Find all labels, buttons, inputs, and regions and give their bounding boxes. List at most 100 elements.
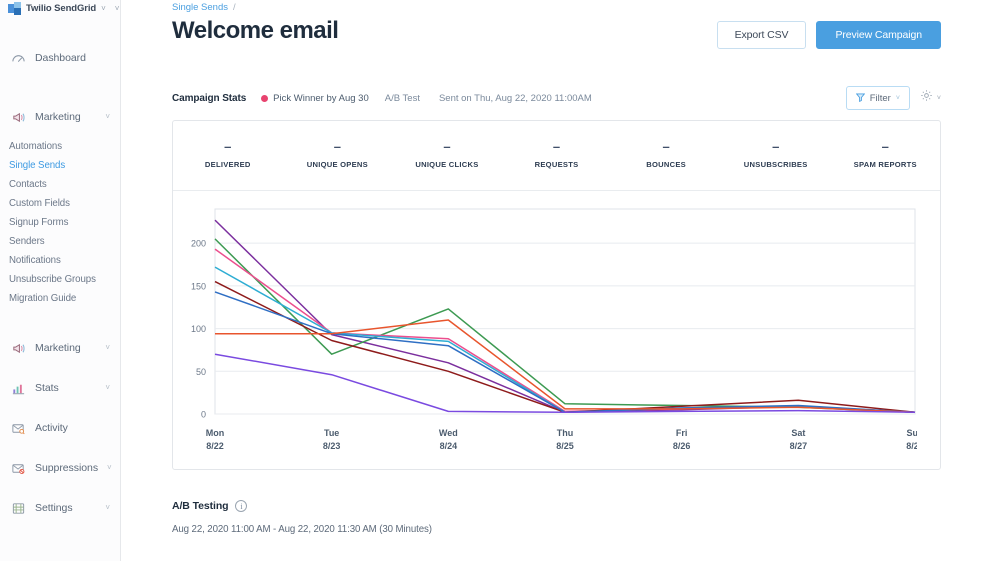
chevron-down-icon[interactable]: ˅ (105, 113, 110, 121)
sent-on-label: Sent on Thu, Aug 22, 2020 11:00AM (438, 92, 592, 104)
subnav-item-automations[interactable]: Automations (0, 137, 120, 156)
sidebar-item-label: Marketing (35, 111, 81, 123)
sidebar: Twilio SendGrid ˅ ˅ Dashboard Marketing … (0, 0, 121, 561)
stat-value: – (881, 138, 889, 154)
sidebar-item-dashboard[interactable]: Dashboard (0, 38, 120, 78)
subnav-item-signup-forms[interactable]: Signup Forms (0, 213, 120, 232)
subnav-item-custom-fields[interactable]: Custom Fields (0, 194, 120, 213)
stat-requests[interactable]: – REQUESTS (502, 138, 612, 169)
stat-value: – (333, 138, 341, 154)
sidebar-item-label: Settings (35, 502, 73, 514)
chevron-down-icon[interactable]: ˅ (105, 504, 110, 512)
x-tick-label-date: 8/23 (323, 441, 341, 451)
ab-testing-window: Aug 22, 2020 11:00 AM - Aug 22, 2020 11:… (172, 524, 432, 535)
sidebar-item-marketing-2[interactable]: Marketing ˅ (0, 328, 120, 368)
export-csv-button[interactable]: Export CSV (716, 21, 807, 49)
x-tick-label-day: Fri (676, 428, 688, 438)
chevron-down-icon: ˅ (936, 94, 941, 102)
chevron-down-icon[interactable]: ˅ (101, 4, 106, 13)
stat-value: – (443, 138, 451, 154)
x-tick-label-date: 8/24 (440, 441, 458, 451)
filter-funnel-icon (855, 89, 866, 107)
stat-unique-clicks[interactable]: – UNIQUE CLICKS (392, 138, 502, 169)
stat-bounces[interactable]: – BOUNCES (611, 138, 721, 169)
sidebar-item-label: Stats (35, 382, 59, 394)
ab-testing-header: A/B Testing i (172, 500, 941, 512)
megaphone-icon (11, 110, 26, 125)
app-root: Twilio SendGrid ˅ ˅ Dashboard Marketing … (0, 0, 999, 561)
stat-delivered[interactable]: – DELIVERED (173, 138, 283, 169)
chevron-down-icon-2[interactable]: ˅ (115, 4, 120, 13)
subnav-item-contacts[interactable]: Contacts (0, 175, 120, 194)
stat-label: UNIQUE OPENS (306, 159, 368, 169)
stat-unsubscribes[interactable]: – UNSUBSCRIBES (721, 140, 831, 169)
chevron-down-icon[interactable]: ˅ (105, 344, 110, 352)
stat-value: – (662, 138, 670, 154)
sidebar-item-activity[interactable]: Activity (0, 408, 120, 448)
info-icon[interactable]: i (235, 500, 248, 512)
subnav-item-single-sends[interactable]: Single Sends (0, 156, 120, 175)
filter-label: Filter (869, 92, 891, 104)
stat-label: UNIQUE CLICKS (415, 159, 479, 169)
x-tick-label-date: 8/28 (906, 441, 917, 451)
breadcrumb-separator: / (232, 2, 236, 13)
x-tick-label-day: Sun (907, 428, 918, 438)
stat-label: UNSUBSCRIBES (743, 159, 808, 169)
x-tick-label-day: Sat (791, 428, 805, 438)
mail-block-icon (11, 461, 26, 476)
stat-label: BOUNCES (646, 159, 686, 169)
stat-label: DELIVERED (204, 159, 251, 169)
stats-summary-strip: – DELIVERED – UNIQUE OPENS – UNIQUE CLIC… (173, 121, 940, 191)
x-tick-label-date: 8/25 (556, 441, 574, 451)
gauge-icon (11, 51, 26, 66)
brand-carets[interactable]: ˅ ˅ (101, 4, 119, 13)
preview-campaign-button[interactable]: Preview Campaign (816, 21, 941, 49)
subnav-item-unsubscribe-groups[interactable]: Unsubscribe Groups (0, 270, 120, 289)
subnav-item-notifications[interactable]: Notifications (0, 251, 120, 270)
gear-icon (920, 89, 933, 107)
stat-label: SPAM REPORTS (853, 159, 917, 169)
x-tick-label-date: 8/22 (206, 441, 224, 451)
x-tick-label-day: Thu (557, 428, 574, 438)
mail-search-icon (11, 421, 26, 436)
ab-test-tag: A/B Test (384, 92, 420, 104)
sidebar-item-stats[interactable]: Stats ˅ (0, 368, 120, 408)
ab-testing-section: A/B Testing i Aug 22, 2020 11:00 AM - Au… (172, 500, 941, 535)
sidebar-item-settings[interactable]: Settings ˅ (0, 488, 120, 528)
bar-chart-icon (11, 381, 26, 396)
settings-gear-button[interactable]: ˅ (920, 89, 941, 107)
y-tick-label: 50 (196, 367, 206, 377)
pick-winner-badge: Pick Winner by Aug 30 (261, 93, 369, 104)
stat-spam-reports[interactable]: – SPAM REPORTS (830, 138, 940, 169)
chevron-down-icon[interactable]: ˅ (105, 384, 110, 392)
campaign-stats-card: – DELIVERED – UNIQUE OPENS – UNIQUE CLIC… (172, 120, 941, 470)
subnav-item-migration-guide[interactable]: Migration Guide (0, 289, 120, 308)
breadcrumb: Single Sends / (172, 0, 941, 13)
chevron-down-icon: ˅ (895, 94, 900, 102)
pick-winner-label: Pick Winner by Aug 30 (273, 92, 369, 104)
brand-name: Twilio SendGrid (26, 2, 97, 14)
sidebar-item-marketing[interactable]: Marketing ˅ (0, 97, 120, 137)
stat-value: – (552, 138, 561, 154)
campaign-stats-chart[interactable]: 0 50 100 150 200 Mon 8/22 Tue 8/23 Wed 8/24 Thu 8/25… (173, 191, 940, 469)
x-tick-label-day: Mon (206, 428, 225, 438)
sidebar-item-suppressions[interactable]: Suppressions ˅ (0, 448, 120, 488)
chevron-down-icon[interactable]: ˅ (107, 464, 112, 472)
meta-right-controls: Filter ˅ ˅ (845, 86, 941, 110)
subnav-item-senders[interactable]: Senders (0, 232, 120, 251)
header-actions: Export CSV Preview Campaign (716, 17, 941, 49)
y-tick-label: 100 (191, 324, 206, 334)
brand-header[interactable]: Twilio SendGrid ˅ ˅ (0, 0, 120, 18)
x-tick-label-day: Wed (439, 428, 458, 438)
stat-unique-opens[interactable]: – UNIQUE OPENS (283, 138, 393, 169)
main-content: Single Sends / Welcome email Export CSV P… (121, 0, 999, 561)
stat-label: REQUESTS (534, 159, 579, 169)
stat-value: – (224, 138, 232, 154)
ab-testing-title: A/B Testing (172, 500, 229, 512)
filter-button[interactable]: Filter ˅ (845, 86, 910, 110)
marketing-subnav: Automations Single Sends Contacts Custom… (0, 137, 120, 314)
sliders-icon (11, 501, 26, 516)
breadcrumb-link-single-sends[interactable]: Single Sends (172, 2, 228, 13)
page-title: Welcome email (172, 17, 339, 44)
line-chart-svg: 0 50 100 150 200 Mon 8/22 Tue 8/23 Wed 8/24 Thu 8/25… (191, 208, 918, 451)
